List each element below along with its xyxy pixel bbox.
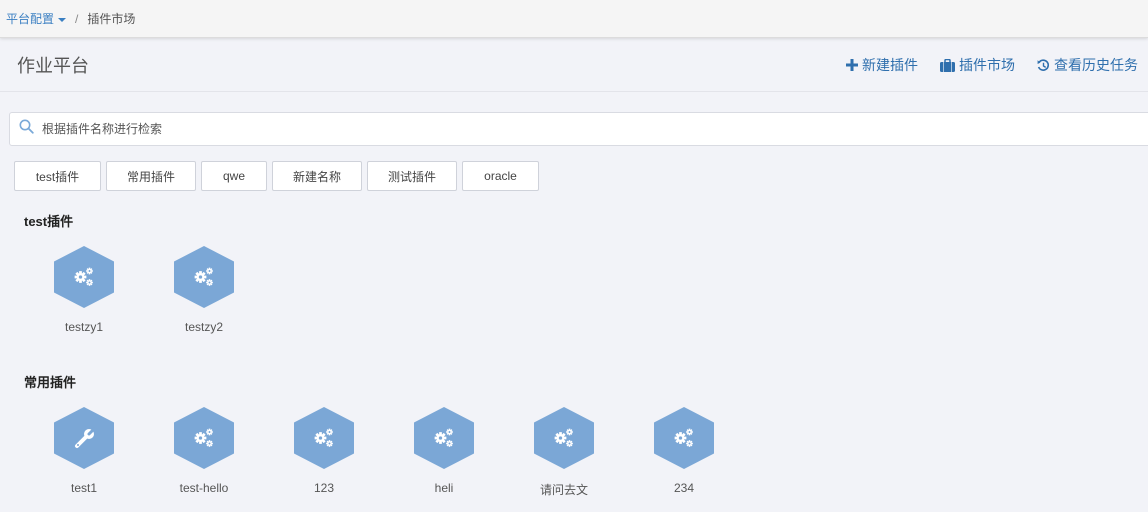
- plugin-list: test1 test-hello 123 heli 请问去文 234: [54, 407, 774, 498]
- plugin-list: testzy1 testzy2: [54, 246, 294, 334]
- header-actions: 新建插件 插件市场 查看历史任务: [846, 55, 1138, 75]
- plugin-item[interactable]: testzy2: [174, 246, 294, 334]
- history-tasks-button[interactable]: 查看历史任务: [1037, 55, 1138, 75]
- plugin-market-label: 插件市场: [959, 57, 1015, 73]
- plugin-item[interactable]: 请问去文: [534, 407, 654, 498]
- breadcrumb: 平台配置 / 插件市场: [0, 0, 1148, 38]
- plugin-name: test1: [70, 481, 97, 495]
- caret-down-icon: [58, 17, 67, 22]
- plugin-market-button[interactable]: 插件市场: [940, 55, 1015, 75]
- gears-icon: [294, 407, 354, 469]
- breadcrumb-current: 插件市场: [87, 12, 136, 26]
- gears-icon: [414, 407, 474, 469]
- new-plugin-button[interactable]: 新建插件: [846, 55, 918, 75]
- plus-icon: [846, 59, 858, 71]
- search-icon: [19, 119, 34, 139]
- breadcrumb-parent-dropdown[interactable]: 平台配置: [6, 10, 67, 27]
- plugin-item[interactable]: 234: [654, 407, 774, 498]
- tag-testing-plugins[interactable]: 测试插件: [367, 161, 457, 191]
- page-header: 作业平台 新建插件 插件市场 查看历史任务: [0, 39, 1148, 92]
- plugin-name: testzy1: [64, 320, 103, 334]
- plugin-name: test-hello: [179, 481, 229, 495]
- plugin-item[interactable]: test-hello: [174, 407, 294, 498]
- plugin-name: heli: [434, 481, 454, 495]
- gears-icon: [534, 407, 594, 469]
- section-title-common-plugins: 常用插件: [24, 375, 77, 390]
- gears-icon: [54, 246, 114, 308]
- page-title: 作业平台: [17, 56, 89, 76]
- category-tags: test插件 常用插件 qwe 新建名称 测试插件 oracle: [14, 161, 539, 191]
- briefcase-icon: [940, 58, 955, 72]
- breadcrumb-separator: /: [75, 11, 79, 26]
- history-icon: [1037, 58, 1050, 72]
- tag-new-name[interactable]: 新建名称: [272, 161, 362, 191]
- search-input[interactable]: [42, 122, 942, 136]
- plugin-item[interactable]: heli: [414, 407, 534, 498]
- plugin-item[interactable]: testzy1: [54, 246, 174, 334]
- plugin-item[interactable]: 123: [294, 407, 414, 498]
- section-title-test-plugins: test插件: [24, 214, 74, 229]
- history-tasks-label: 查看历史任务: [1054, 57, 1138, 73]
- gears-icon: [654, 407, 714, 469]
- gears-icon: [174, 407, 234, 469]
- tag-test-plugins[interactable]: test插件: [14, 161, 101, 191]
- search-box: [9, 112, 1148, 146]
- plugin-name: testzy2: [184, 320, 223, 334]
- tag-qwe[interactable]: qwe: [201, 161, 267, 191]
- plugin-name: 请问去文: [539, 483, 588, 497]
- tag-oracle[interactable]: oracle: [462, 161, 539, 191]
- wrench-icon: [54, 407, 114, 469]
- plugin-name: 234: [673, 481, 695, 495]
- breadcrumb-parent-label: 平台配置: [6, 12, 55, 26]
- plugin-item[interactable]: test1: [54, 407, 174, 498]
- new-plugin-label: 新建插件: [862, 57, 918, 73]
- plugin-name: 123: [313, 481, 335, 495]
- tag-common-plugins[interactable]: 常用插件: [106, 161, 196, 191]
- gears-icon: [174, 246, 234, 308]
